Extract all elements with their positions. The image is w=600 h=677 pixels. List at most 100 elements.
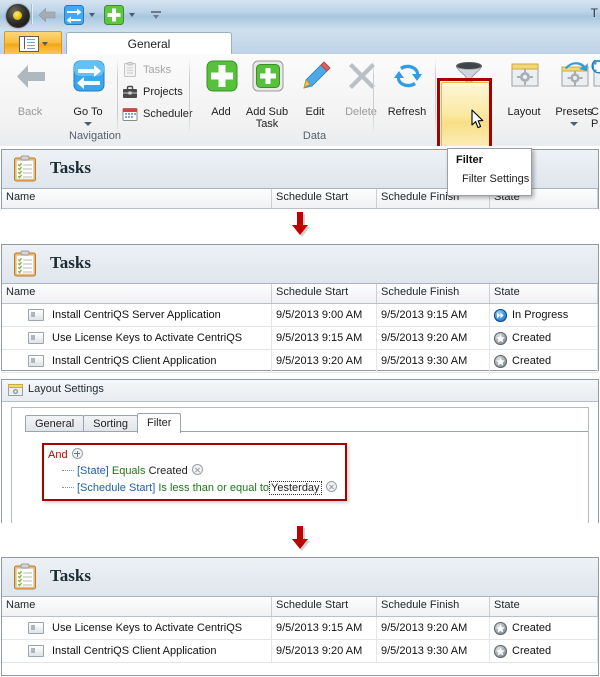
column-header-name[interactable]: Name — [2, 284, 272, 303]
row-expander-icon[interactable] — [28, 355, 44, 367]
app-orb-icon[interactable] — [6, 4, 30, 28]
nav-item-scheduler[interactable]: Scheduler — [122, 104, 193, 124]
filter-group-operator[interactable]: And — [48, 448, 83, 461]
screenshot-root: T General Back Go To Tasks Projects Sche… — [0, 0, 600, 677]
presets-dropdown-caret-icon[interactable] — [570, 122, 578, 126]
filter-condition-row[interactable]: [State] Equals Created — [62, 464, 203, 477]
layout-settings-title: Layout Settings — [28, 383, 104, 395]
condition-value[interactable]: Created — [149, 465, 188, 477]
add-condition-icon[interactable] — [71, 448, 83, 459]
state-created-icon — [494, 644, 507, 658]
group-divider-2 — [435, 58, 436, 134]
column-header-name[interactable]: Name — [2, 189, 272, 208]
layout-settings-gear-icon — [8, 384, 23, 396]
remove-condition-icon[interactable] — [325, 481, 337, 492]
sync-swap-icon[interactable] — [64, 5, 84, 25]
filter-condition-row[interactable]: [Schedule Start] Is less than or equal t… — [62, 481, 337, 495]
cell-name: Install CentriQS Server Application — [2, 304, 272, 326]
back-arrow-icon[interactable] — [38, 8, 56, 22]
tasks-panel-unfiltered: Tasks Name Schedule Start Schedule Finis… — [1, 244, 599, 373]
column-header-name[interactable]: Name — [2, 597, 272, 616]
task-name: Use License Keys to Activate CentriQS — [52, 332, 243, 344]
filter-editor[interactable]: And [State] Equals Created [Schedule Sta… — [42, 443, 347, 501]
task-name: Use License Keys to Activate CentriQS — [52, 622, 243, 634]
state-created-icon — [494, 331, 507, 345]
app-menu-icon — [18, 35, 39, 52]
column-header-schedule-start[interactable]: Schedule Start — [272, 189, 377, 208]
state-label: Created — [512, 332, 552, 344]
grid-header-row: Name Schedule Start Schedule Finish Stat… — [2, 597, 598, 617]
go-to-button-label: Go To — [73, 106, 103, 118]
group-inner-divider — [117, 58, 118, 134]
panel-header: Tasks — [2, 558, 598, 597]
back-arrow-icon — [17, 65, 45, 88]
panel-title: Tasks — [50, 566, 91, 585]
mouse-cursor-icon — [471, 109, 484, 129]
cell-state: Created — [490, 327, 598, 349]
add-green-plus-icon — [206, 60, 238, 92]
cell-schedule-start: 9/5/2013 9:20 AM — [272, 640, 377, 662]
title-bar: T — [0, 0, 600, 31]
nav-item-tasks-label: Tasks — [143, 64, 172, 76]
app-menu-caret-icon — [41, 41, 48, 46]
tab-general[interactable]: General — [66, 32, 232, 55]
row-expander-icon[interactable] — [28, 309, 44, 321]
ribbon-tabstrip: General — [0, 30, 600, 55]
tasks-clipboard-icon — [124, 62, 136, 77]
refresh-button-label: Refresh — [387, 106, 427, 118]
table-row[interactable]: Install CentriQS Client Application 9/5/… — [2, 640, 598, 663]
state-label: Created — [512, 355, 552, 367]
app-menu-button[interactable] — [4, 31, 62, 55]
layout-button-label: Layout — [507, 106, 541, 118]
column-header-schedule-finish[interactable]: Schedule Finish — [377, 284, 490, 303]
toolbar-overflow-icon[interactable] — [150, 9, 162, 21]
state-label: Created — [512, 622, 552, 634]
nav-item-tasks: Tasks — [122, 60, 171, 80]
group-divider — [189, 58, 190, 134]
column-header-state[interactable]: State — [490, 284, 598, 303]
row-expander-icon[interactable] — [28, 645, 44, 657]
tasks-clipboard-icon — [14, 155, 36, 182]
tree-connector — [62, 487, 74, 488]
layout-gear-icon — [511, 63, 539, 87]
condition-field[interactable]: [State] — [77, 465, 109, 477]
row-expander-icon[interactable] — [28, 622, 44, 634]
go-to-dropdown-caret-icon[interactable] — [84, 122, 92, 126]
table-row[interactable]: Install CentriQS Server Application 9/5/… — [2, 304, 598, 327]
filter-tooltip-body: Filter Settings — [462, 173, 530, 185]
condition-value[interactable]: Yesterday — [269, 481, 322, 495]
ribbon-body: Back Go To Tasks Projects Scheduler Navi… — [0, 54, 600, 146]
add-plus-icon[interactable] — [104, 5, 124, 25]
toolbar-divider — [31, 4, 33, 24]
column-header-schedule-start[interactable]: Schedule Start — [272, 284, 377, 303]
nav-item-projects[interactable]: Projects — [122, 82, 183, 102]
cell-schedule-start: 9/5/2013 9:00 AM — [272, 304, 377, 326]
task-name: Install CentriQS Server Application — [52, 309, 221, 321]
state-created-icon — [494, 621, 507, 635]
row-expander-icon[interactable] — [28, 332, 44, 344]
table-row[interactable]: Use License Keys to Activate CentriQS 9/… — [2, 617, 598, 640]
filter-tooltip-title: Filter — [456, 154, 483, 166]
add-dropdown-caret-icon[interactable] — [129, 13, 135, 17]
condition-operator[interactable]: Is less than or equal to — [158, 482, 269, 494]
ribbon-group-data: Add Add Sub Task Edit Delete Refresh Dat… — [193, 54, 436, 144]
table-row[interactable]: Install CentriQS Client Application 9/5/… — [2, 350, 598, 373]
state-created-icon — [494, 354, 507, 368]
condition-operator[interactable]: Equals — [112, 465, 146, 477]
remove-condition-icon[interactable] — [191, 464, 203, 475]
tasks-panel-filtered: Tasks Name Schedule Start Schedule Finis… — [1, 557, 599, 676]
tab-filter[interactable]: Filter — [137, 413, 182, 433]
cut-off-button-icon — [591, 60, 600, 87]
go-to-icon — [73, 60, 105, 92]
layout-settings-header: Layout Settings — [2, 380, 598, 402]
cell-state: In Progress — [490, 304, 598, 326]
column-header-schedule-finish[interactable]: Schedule Finish — [377, 597, 490, 616]
table-row[interactable]: Use License Keys to Activate CentriQS 9/… — [2, 327, 598, 350]
panel-title: Tasks — [50, 158, 91, 177]
sync-dropdown-caret-icon[interactable] — [89, 13, 95, 17]
condition-field[interactable]: [Schedule Start] — [77, 482, 155, 494]
column-header-schedule-start[interactable]: Schedule Start — [272, 597, 377, 616]
column-header-state[interactable]: State — [490, 597, 598, 616]
cell-schedule-finish: 9/5/2013 9:30 AM — [377, 350, 490, 372]
ribbon-group-navigation-label: Navigation — [69, 130, 121, 142]
